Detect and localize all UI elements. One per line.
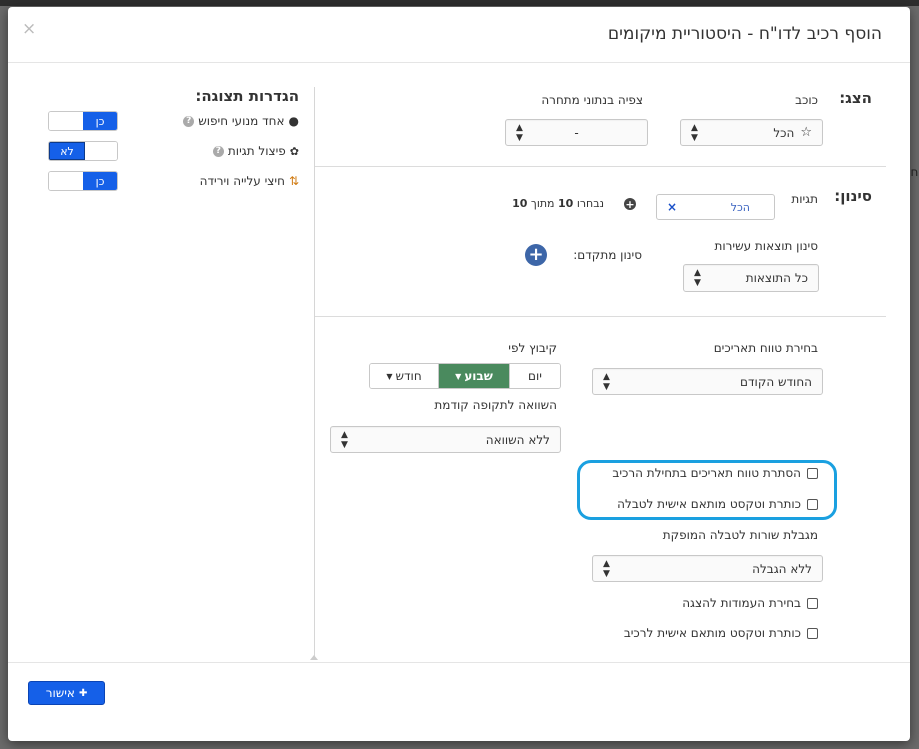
toggle-on-label[interactable]: לא	[49, 142, 85, 160]
merge-engines-label: אחד מנועי חיפוש	[198, 114, 285, 128]
custom-table-title-option[interactable]: כותרת וטקסט מותאם אישית לטבלה	[617, 497, 818, 511]
tags-count-prefix: נבחרו	[576, 197, 604, 210]
hide-date-range-option[interactable]: הסתרת טווח תאריכים בתחילת הרכיב	[612, 466, 818, 480]
add-tag-icon[interactable]: +	[624, 198, 636, 210]
compare-label: השוואה לתקופה קודמת	[434, 398, 557, 412]
add-component-modal: הוסף רכיב לדו"ח - היסטוריית מיקומים × הצ…	[8, 7, 910, 741]
custom-table-title-checkbox[interactable]	[807, 498, 818, 510]
choose-columns-option[interactable]: בחירת העמודות להצגה	[682, 596, 818, 610]
row-limit-select[interactable]: ללא הגבלה ▲ ▼	[592, 555, 823, 582]
competition-select-value: -	[574, 125, 579, 140]
section-divider	[315, 166, 886, 167]
add-advanced-filter-icon[interactable]: +	[525, 244, 547, 266]
group-by-segmented-control: יום שבוע ▼ חודש ▼	[369, 363, 561, 389]
toggle-on-label[interactable]: כן	[83, 112, 117, 130]
toggle-off-area[interactable]	[49, 172, 83, 190]
group-by-month-button[interactable]: חודש ▼	[370, 364, 439, 388]
star-icon: ☆	[800, 125, 812, 140]
tags-select[interactable]: הכל ×	[656, 194, 775, 220]
tags-count-selected: 10	[558, 197, 574, 210]
merge-engines-toggle[interactable]: כן	[48, 111, 118, 131]
help-icon[interactable]: ?	[183, 115, 195, 127]
compare-select[interactable]: ללא השוואה ▲ ▼	[330, 426, 561, 453]
tags-cluster-icon: ✿	[289, 144, 299, 158]
remove-tag-icon[interactable]: ×	[667, 200, 677, 214]
group-by-week-button[interactable]: שבוע ▼	[439, 364, 510, 388]
display-section-title: הצג:	[839, 89, 872, 107]
column-divider	[314, 87, 315, 659]
view-setting-merge-engines: ● אחד מנועי חיפוש ?	[183, 114, 299, 128]
planet-select-value: הכל	[773, 125, 795, 140]
pin-icon: ✚	[78, 687, 88, 699]
filter-section-title: סינון:	[834, 187, 872, 205]
date-range-value: החודש הקודם	[740, 374, 812, 389]
tags-label: תגיות	[791, 192, 818, 206]
caret-down-icon: ▼	[455, 371, 462, 381]
split-tags-toggle[interactable]: לא	[48, 141, 118, 161]
select-arrows-icon: ▲ ▼	[341, 429, 348, 450]
split-tags-label: פיצול תגיות	[227, 144, 286, 158]
planet-label: כוכב	[795, 93, 818, 107]
advanced-filter-label: סינון מתקדם:	[573, 248, 642, 262]
group-by-week-label: שבוע	[464, 369, 493, 383]
select-arrows-icon: ▲ ▼	[603, 558, 610, 579]
confirm-button-label: אישור	[45, 686, 75, 700]
decile-filter-select[interactable]: כל התוצאות ▲ ▼	[683, 264, 819, 292]
select-arrows-icon: ▲ ▼	[691, 122, 698, 143]
toggle-off-area[interactable]	[49, 112, 83, 130]
modal-footer	[8, 662, 910, 741]
group-by-month-label: חודש	[395, 369, 422, 383]
choose-columns-checkbox[interactable]	[807, 597, 818, 609]
view-setting-arrows: ⇅ חיצי עלייה וירידה	[200, 174, 299, 188]
date-range-label: בחירת טווח תאריכים	[713, 341, 818, 355]
up-down-arrows-icon: ⇅	[288, 174, 299, 188]
toggle-on-label[interactable]: כן	[83, 172, 117, 190]
decile-filter-label: סינון תוצאות עשירות	[714, 239, 818, 253]
view-setting-split-tags: ✿ פיצול תגיות ?	[212, 144, 299, 158]
row-limit-value: ללא הגבלה	[752, 561, 812, 576]
tags-count-total: 10	[512, 197, 528, 210]
group-by-day-button[interactable]: יום	[510, 364, 560, 388]
custom-component-title-option[interactable]: כותרת וטקסט מותאם אישית לרכיב	[624, 626, 818, 640]
custom-component-title-checkbox[interactable]	[807, 627, 818, 639]
arrows-label: חיצי עלייה וירידה	[199, 174, 285, 188]
tags-count: נבחרו 10 מתוך 10	[512, 197, 604, 210]
view-settings-title: הגדרות תצוגה:	[195, 87, 299, 105]
tag-chip-all: הכל	[730, 201, 750, 214]
confirm-button[interactable]: ✚ אישור	[28, 681, 105, 705]
custom-component-title-label: כותרת וטקסט מותאם אישית לרכיב	[623, 626, 801, 640]
group-by-label: קיבוץ לפי	[508, 341, 557, 355]
modal-title: הוסף רכיב לדו"ח - היסטוריית מיקומים	[607, 24, 882, 44]
modal-header: הוסף רכיב לדו"ח - היסטוריית מיקומים ×	[8, 7, 910, 63]
section-divider	[315, 316, 886, 317]
select-arrows-icon: ▲ ▼	[516, 122, 523, 143]
arrows-toggle[interactable]: כן	[48, 171, 118, 191]
decile-filter-value: כל התוצאות	[745, 271, 808, 285]
help-icon[interactable]: ?	[212, 145, 224, 157]
custom-table-title-label: כותרת וטקסט מותאם אישית לטבלה	[617, 497, 801, 511]
row-limit-label: מגבלת שורות לטבלה המופקת	[662, 528, 818, 542]
date-range-select[interactable]: החודש הקודם ▲ ▼	[592, 368, 823, 395]
tags-count-mid: מתוך	[530, 197, 555, 210]
select-arrows-icon: ▲ ▼	[603, 371, 610, 392]
globe-icon: ●	[288, 114, 299, 128]
hide-date-range-checkbox[interactable]	[807, 467, 818, 479]
compare-value: ללא השוואה	[485, 432, 550, 447]
resize-handle-icon	[310, 655, 318, 660]
hide-date-range-label: הסתרת טווח תאריכים בתחילת הרכיב	[612, 466, 801, 480]
backdrop	[0, 0, 919, 6]
toggle-off-area[interactable]	[85, 142, 117, 160]
competition-select[interactable]: - ▲ ▼	[505, 119, 648, 146]
competition-label: צפיה בנתוני מתחרה	[541, 93, 643, 107]
close-icon[interactable]: ×	[22, 19, 36, 39]
select-arrows-icon: ▲ ▼	[694, 268, 701, 288]
choose-columns-label: בחירת העמודות להצגה	[682, 596, 801, 610]
planet-select[interactable]: ☆ הכל ▲ ▼	[680, 119, 823, 146]
caret-down-icon: ▼	[386, 371, 393, 381]
